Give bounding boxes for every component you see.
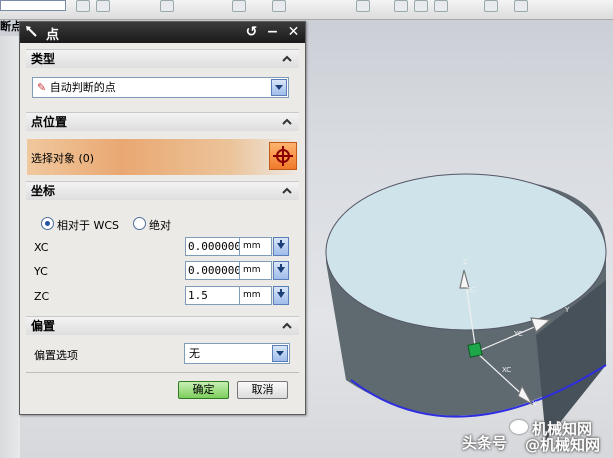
type-dropdown[interactable]: ✎ 自动判断的点 xyxy=(32,77,289,98)
point-tool-icon xyxy=(26,26,37,37)
select-object-label: 选择对象 (0) xyxy=(31,152,95,165)
dialog-titlebar[interactable]: 点 ↺ − ✕ xyxy=(20,22,305,43)
axis-label-xc: XC xyxy=(502,366,511,374)
yc-label: YC xyxy=(34,265,48,278)
dialog-divider xyxy=(26,372,299,373)
collapse-icon[interactable] xyxy=(281,185,293,197)
offset-option-dropdown[interactable]: 无 xyxy=(184,343,290,364)
toolbar-icon-7[interactable] xyxy=(394,0,408,12)
toolbar-icon-2[interactable] xyxy=(96,0,110,12)
zc-label: ZC xyxy=(34,290,50,303)
minimize-button[interactable]: − xyxy=(264,24,281,41)
toolbar-icon-10[interactable] xyxy=(484,0,498,12)
toolbar-icon-8[interactable] xyxy=(414,0,428,12)
zc-input[interactable]: 1.5 xyxy=(185,286,240,305)
collapse-icon[interactable] xyxy=(281,320,293,332)
point-dialog-button[interactable] xyxy=(269,142,297,170)
chevron-down-icon[interactable] xyxy=(271,79,287,96)
point-location-title: 点位置 xyxy=(31,115,68,129)
offset-option-label: 偏置选项 xyxy=(34,349,78,362)
xc-label: XC xyxy=(34,241,49,254)
dialog-title: 点 xyxy=(46,28,60,43)
toolbar-icon-6[interactable] xyxy=(356,0,370,12)
yc-unit[interactable]: mm xyxy=(239,261,272,280)
relative-wcs-radio[interactable] xyxy=(41,217,54,230)
graphics-viewport[interactable]: Z Y X ZC YC XC xyxy=(306,20,613,458)
toolbar-icon-1[interactable] xyxy=(76,0,90,12)
offset-header[interactable]: 偏置 xyxy=(26,316,299,335)
type-section-title: 类型 xyxy=(31,52,56,66)
arrow-down-icon xyxy=(277,264,285,273)
coordinates-title: 坐标 xyxy=(31,184,56,198)
zc-options-button[interactable] xyxy=(273,286,289,305)
axis-label-z: Z xyxy=(463,258,468,266)
collapse-icon[interactable] xyxy=(281,116,293,128)
offset-option-value: 无 xyxy=(189,347,200,360)
axis-label-zc: ZC xyxy=(466,286,476,294)
absolute-radio[interactable] xyxy=(133,217,146,230)
main-toolbar xyxy=(0,0,613,20)
absolute-label: 绝对 xyxy=(149,219,171,232)
point-dialog: 点 ↺ − ✕ 类型 ✎ 自动判断的点 点位置 选择对象 (0) 坐标 相对于 … xyxy=(19,21,306,415)
arrow-down-icon xyxy=(277,289,285,298)
cylinder-top-face xyxy=(325,173,607,331)
xc-input[interactable]: 0.0000000 xyxy=(185,237,240,256)
toolbar-icon-3[interactable] xyxy=(160,0,174,12)
type-dropdown-value: 自动判断的点 xyxy=(49,81,116,94)
watermark-at: @机械知网 xyxy=(525,436,601,454)
collapse-icon[interactable] xyxy=(281,53,293,65)
yc-options-button[interactable] xyxy=(273,261,289,280)
arrow-down-icon xyxy=(277,240,285,249)
xc-options-button[interactable] xyxy=(273,237,289,256)
select-object-bar[interactable]: 选择对象 (0) xyxy=(27,139,299,175)
point-marker xyxy=(467,342,483,358)
toolbar-icon-5[interactable] xyxy=(272,0,286,12)
axis-label-y: Y xyxy=(564,306,570,314)
coordinates-header[interactable]: 坐标 xyxy=(26,181,299,200)
toolbar-icon-11[interactable] xyxy=(514,0,528,12)
toolbar-icon-9[interactable] xyxy=(434,0,448,12)
type-section-header[interactable]: 类型 xyxy=(26,49,299,68)
inferred-point-icon: ✎ xyxy=(37,81,47,94)
watermark-source: 头条号 xyxy=(462,434,508,452)
chevron-down-icon[interactable] xyxy=(272,345,288,362)
toolbar-combo[interactable] xyxy=(0,0,66,11)
axis-label-yc: YC xyxy=(513,330,523,338)
close-button[interactable]: ✕ xyxy=(285,24,302,41)
offset-title: 偏置 xyxy=(31,319,56,333)
cancel-button[interactable]: 取消 xyxy=(237,381,288,399)
wechat-icon xyxy=(510,420,528,434)
toolbar-icon-4[interactable] xyxy=(232,0,246,12)
zc-unit[interactable]: mm xyxy=(239,286,272,305)
reset-button[interactable]: ↺ xyxy=(243,24,260,41)
point-location-header[interactable]: 点位置 xyxy=(26,112,299,131)
yc-input[interactable]: 0.0000000 xyxy=(185,261,240,280)
axis-label-x: X xyxy=(532,400,537,408)
crosshair-icon xyxy=(273,146,293,166)
left-resource-strip xyxy=(0,36,20,458)
ok-button[interactable]: 确定 xyxy=(178,381,229,399)
relative-wcs-label: 相对于 WCS xyxy=(57,219,120,232)
xc-unit[interactable]: mm xyxy=(239,237,272,256)
